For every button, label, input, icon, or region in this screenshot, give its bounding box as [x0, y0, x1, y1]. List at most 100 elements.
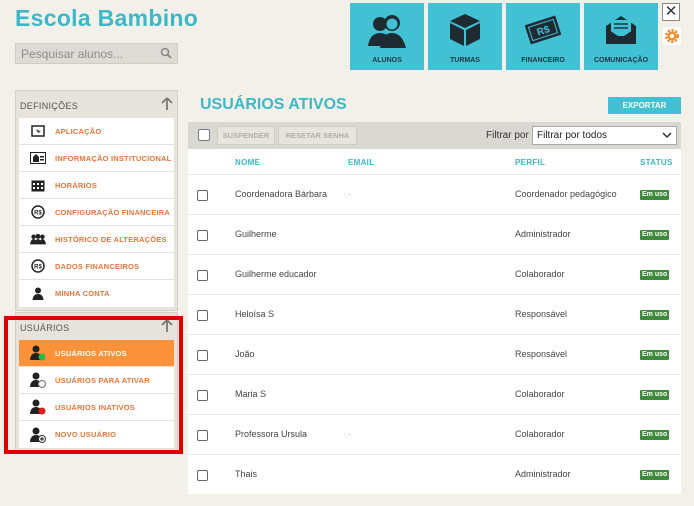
tile-financeiro-label: FINANCEIRO	[521, 57, 565, 64]
table-row[interactable]: Coordenadora Bárbara · Coordenador pedagóg…	[188, 174, 681, 214]
status-badge: Em uso	[640, 230, 670, 240]
definicoes-panel: DEFINIÇÕES APLICAÇÃO INFORMAÇÃO INSTITUC…	[15, 90, 178, 311]
row-profile: Administrador	[515, 469, 571, 479]
row-checkbox[interactable]	[197, 190, 208, 201]
sidebar-item-horarios[interactable]: HORÁRIOS	[19, 172, 174, 199]
row-profile: Coordenador pedagógico	[515, 189, 617, 199]
row-name: Professora Ursula	[235, 429, 308, 439]
sidebar-item-minha-conta[interactable]: MINHA CONTA	[19, 280, 174, 307]
row-email: ·	[348, 429, 351, 439]
row-profile: Colaborador	[515, 389, 565, 399]
row-name: Coordenadora Bárbara	[235, 189, 328, 199]
row-checkbox[interactable]	[197, 470, 208, 481]
export-button[interactable]: EXPORTAR	[608, 97, 681, 114]
app-title: Escola Bambino	[15, 5, 199, 31]
money-circle-icon: R$	[30, 259, 46, 273]
sidebar-item-label: APLICAÇÃO	[55, 126, 102, 136]
row-name: João	[235, 349, 255, 359]
select-all-checkbox[interactable]	[198, 129, 210, 141]
institution-icon	[30, 151, 46, 165]
status-badge: Em uso	[640, 470, 670, 480]
row-profile: Colaborador	[515, 269, 565, 279]
definicoes-list: APLICAÇÃO INFORMAÇÃO INSTITUCIONAL HORÁR…	[19, 118, 174, 307]
column-header-name[interactable]: NOME	[235, 158, 260, 167]
table-row[interactable]: Thais Administrador Em uso	[188, 454, 681, 494]
status-badge: Em uso	[640, 430, 670, 440]
status-badge: Em uso	[640, 310, 670, 320]
table-row[interactable]: Professora Ursula · Colaborador Em uso	[188, 414, 681, 454]
status-badge: Em uso	[640, 270, 670, 280]
svg-text:R$: R$	[34, 211, 42, 217]
filter-select[interactable]: Filtrar por todos	[532, 126, 677, 145]
table-row[interactable]: Guilherme Administrador Em uso	[188, 214, 681, 254]
tile-turmas-label: TURMAS	[450, 57, 480, 64]
search-input[interactable]	[16, 44, 154, 63]
money-circle-icon: R$	[30, 205, 46, 219]
table-row[interactable]: Maria S Colaborador Em uso	[188, 374, 681, 414]
students-icon	[368, 15, 406, 48]
sidebar-item-label: MINHA CONTA	[55, 289, 110, 298]
row-checkbox[interactable]	[197, 390, 208, 401]
sidebar-item-configuracao-financeira[interactable]: R$ CONFIGURAÇÃO FINANCEIRA	[19, 199, 174, 226]
table-row[interactable]: Heloísa S Responsável Em uso	[188, 294, 681, 334]
definicoes-heading: DEFINIÇÕES	[20, 101, 79, 111]
table-row[interactable]: Guilherme educador Colaborador Em uso	[188, 254, 681, 294]
row-checkbox[interactable]	[197, 350, 208, 361]
chevron-down-icon	[662, 132, 672, 139]
sidebar-item-label: CONFIGURAÇÃO FINANCEIRA	[55, 207, 171, 217]
status-badge: Em uso	[640, 190, 670, 200]
user-icon	[30, 287, 46, 301]
sidebar-item-label: HISTÓRICO DE ALTERAÇÕES	[55, 234, 167, 244]
row-name: Maria S	[235, 389, 267, 399]
sidebar-item-dados-financeiros[interactable]: R$ DADOS FINANCEIROS	[19, 253, 174, 280]
people-icon	[30, 232, 46, 246]
suspend-button[interactable]: SUSPENDER	[217, 126, 275, 145]
tile-alunos-label: ALUNOS	[372, 57, 402, 64]
row-name: Guilherme	[235, 229, 277, 239]
row-checkbox[interactable]	[197, 310, 208, 321]
row-checkbox[interactable]	[197, 230, 208, 241]
row-checkbox[interactable]	[197, 270, 208, 281]
row-profile: Responsável	[515, 309, 568, 319]
row-name: Thais	[235, 469, 258, 479]
row-email: ·	[348, 189, 351, 199]
envelope-icon	[606, 16, 636, 44]
row-name: Guilherme educador	[235, 269, 317, 279]
app-icon	[30, 124, 46, 138]
sidebar-item-label: HORÁRIOS	[55, 180, 98, 190]
filter-select-value: Filtrar por todos	[537, 130, 608, 141]
sidebar-item-historico-de-alteracoes[interactable]: HISTÓRICO DE ALTERAÇÕES	[19, 226, 174, 253]
tile-financeiro[interactable]: R$ FINANCEIRO	[506, 3, 580, 70]
money-icon: R$	[524, 15, 562, 45]
highlight-frame	[4, 316, 183, 454]
search-icon[interactable]	[159, 46, 173, 60]
sidebar-item-informacao-institucional[interactable]: INFORMAÇÃO INSTITUCIONAL	[19, 145, 174, 172]
close-button[interactable]: ✕	[662, 3, 680, 21]
users-table: NOME EMAIL PERFIL STATUS Coordenadora Bá…	[188, 149, 681, 494]
status-badge: Em uso	[640, 390, 670, 400]
column-header-email[interactable]: EMAIL	[348, 158, 374, 167]
status-badge: Em uso	[640, 350, 670, 360]
svg-text:R$: R$	[34, 265, 42, 271]
tile-comunicacao-label: COMUNICAÇÃO	[593, 57, 649, 64]
table-row[interactable]: João Responsável Em uso	[188, 334, 681, 374]
arrow-up-icon[interactable]	[161, 97, 173, 111]
row-profile: Responsável	[515, 349, 568, 359]
tile-turmas[interactable]: TURMAS	[428, 3, 502, 70]
tile-alunos[interactable]: ALUNOS	[350, 3, 424, 70]
reset-password-button[interactable]: RESETAR SENHA	[278, 126, 357, 145]
box-icon	[450, 14, 480, 46]
sidebar-item-label: INFORMAÇÃO INSTITUCIONAL	[55, 153, 172, 163]
gear-icon[interactable]	[663, 27, 681, 45]
row-checkbox[interactable]	[197, 430, 208, 441]
tile-comunicacao[interactable]: COMUNICAÇÃO	[584, 3, 658, 70]
column-header-status[interactable]: STATUS	[640, 158, 673, 167]
row-profile: Colaborador	[515, 429, 565, 439]
sidebar-item-aplicacao[interactable]: APLICAÇÃO	[19, 118, 174, 145]
definicoes-header[interactable]: DEFINIÇÕES	[16, 91, 177, 118]
column-header-profile[interactable]: PERFIL	[515, 158, 545, 167]
filter-label: Filtrar por	[486, 130, 529, 141]
calendar-icon	[30, 178, 46, 192]
page-title: USUÁRIOS ATIVOS	[200, 96, 347, 113]
search-box[interactable]	[15, 43, 178, 64]
